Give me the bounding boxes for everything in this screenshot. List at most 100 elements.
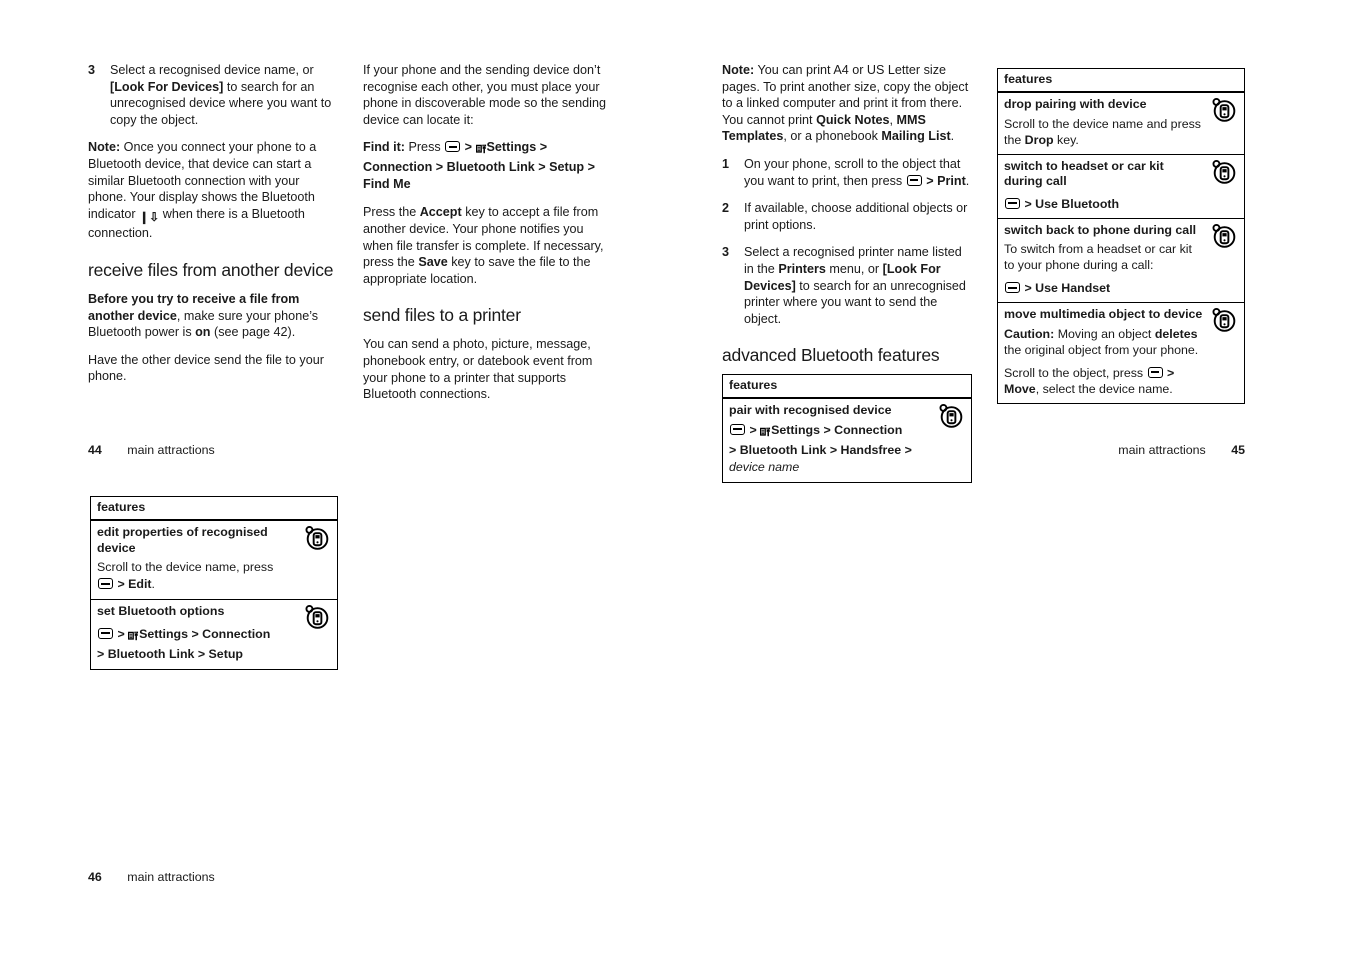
settings-tools-icon xyxy=(127,629,139,646)
feature-row: drop pairing with device Scroll to the d… xyxy=(998,93,1244,155)
menu-key-icon xyxy=(98,627,113,639)
path-sep-4: > xyxy=(534,160,550,175)
features-table-header: features xyxy=(723,375,971,400)
print-note-t2: , xyxy=(889,112,897,127)
print-note-label: Note: xyxy=(722,63,755,77)
page-footer-45: main attractions 45 xyxy=(995,443,1245,457)
phone-feature-icon xyxy=(1212,307,1238,339)
step-item: 3 Select a recognised printer name liste… xyxy=(722,244,972,327)
settings-tools-icon xyxy=(475,142,487,159)
print-step3-t2: menu, or xyxy=(825,261,883,276)
deletes-bold: deletes xyxy=(1154,326,1198,341)
section-heading-receive-files: receive files from another device xyxy=(88,259,334,280)
phone-feature-icon xyxy=(305,525,331,557)
accept-bold: Accept xyxy=(419,205,462,220)
feature-caution: Caution: Moving an object deletes the or… xyxy=(1004,326,1204,358)
feature-row: set Bluetooth options > Settings > Conne… xyxy=(91,600,337,669)
feature-instruction: Scroll to the object, press > Move, sele… xyxy=(1004,365,1204,397)
path-device-name: device name xyxy=(729,459,800,474)
drop-t2: key. xyxy=(1053,132,1079,147)
feature-title: pair with recognised device xyxy=(729,403,892,418)
edit-t1: Scroll to the device name, press xyxy=(97,560,274,574)
use-bluetooth-action: Use Bluetooth xyxy=(1035,196,1120,211)
page-footer-44: 44 main attractions xyxy=(88,443,338,457)
edit-bold: Edit xyxy=(128,577,152,591)
accept-key-paragraph: Press the Accept key to accept a file fr… xyxy=(363,204,613,287)
feature-description: Scroll to the device name, press > Edit. xyxy=(97,559,297,593)
feature-title: switch back to phone during call xyxy=(1004,222,1197,237)
page-label: main attractions xyxy=(1118,443,1206,457)
menu-key-icon xyxy=(98,578,113,589)
settings-tools-icon xyxy=(759,425,771,442)
print-note-t4: . xyxy=(950,129,955,144)
have-other-device-paragraph: Have the other device send the file to y… xyxy=(88,352,324,384)
drop-bold: Drop xyxy=(1024,132,1054,147)
quick-notes-bold: Quick Notes xyxy=(816,112,890,127)
discoverable-mode-paragraph: If your phone and the sending device don… xyxy=(363,63,606,127)
step-item: 2 If available, choose additional object… xyxy=(722,200,972,233)
features-table-header: features xyxy=(998,69,1244,93)
feature-title: move multimedia object to device xyxy=(1004,307,1203,321)
path-setup: Setup xyxy=(549,160,585,175)
step-number: 3 xyxy=(88,63,96,77)
path-settings: Settings xyxy=(139,626,189,641)
features-table-header: features xyxy=(91,497,337,521)
find-it-path: Find it: Press > Settings > Connection >… xyxy=(363,139,613,193)
feature-path: > Use Handset xyxy=(1004,280,1204,296)
feature-row: switch back to phone during call To swit… xyxy=(998,219,1244,303)
path-settings: Settings xyxy=(771,422,821,437)
feature-path: > Use Bluetooth xyxy=(1004,196,1204,212)
page-number: 45 xyxy=(1231,443,1245,457)
path-sep-3: > xyxy=(432,160,447,175)
step-number: 1 xyxy=(722,156,730,171)
menu-key-icon xyxy=(906,174,922,186)
feature-title: switch to headset or car kit during call xyxy=(1004,158,1164,189)
caution-t1: Moving an object xyxy=(1054,326,1155,341)
page-footer-46: 46 main attractions xyxy=(88,870,338,884)
section-heading-advanced-bluetooth: advanced Bluetooth features xyxy=(722,345,940,366)
step-text: Select a recognised printer name listed … xyxy=(744,244,972,327)
path-handsfree: Handsfree xyxy=(840,442,902,457)
phone-feature-icon xyxy=(939,403,965,435)
page-number: 46 xyxy=(88,870,102,884)
path-sep: > xyxy=(1021,196,1036,211)
print-note-t3: , or a phonebook xyxy=(783,129,882,144)
feature-path: > Settings > Connection > Bluetooth Link… xyxy=(729,422,931,476)
on-bold: on xyxy=(195,325,211,340)
caution-t2: the original object from your phone. xyxy=(1004,342,1199,357)
print-bold: Print xyxy=(937,173,966,188)
section-heading-send-files: send files to a printer xyxy=(363,305,521,326)
feature-title: set Bluetooth options xyxy=(97,604,225,618)
page-46-column-1: features edit properties of recognised d… xyxy=(90,496,338,670)
feature-row: edit properties of recognised device Scr… xyxy=(91,521,337,600)
move-sep: > xyxy=(1163,365,1175,380)
path-sep-5: > xyxy=(901,442,912,457)
page-label: main attractions xyxy=(127,870,215,884)
note-paragraph: Note: Once you connect your phone to a B… xyxy=(88,139,338,242)
path-sep-3: > xyxy=(97,646,108,661)
phone-feature-icon xyxy=(1212,159,1238,191)
before-you-try-end: (see page 42). xyxy=(210,325,296,340)
page-44-column-2: If your phone and the sending device don… xyxy=(363,62,613,414)
path-connection: Connection xyxy=(363,160,433,175)
path-sep-1: > xyxy=(746,422,761,437)
note-label: Note: xyxy=(88,140,121,155)
path-find-me: Find Me xyxy=(363,177,411,192)
path-connection: Connection xyxy=(834,422,903,437)
path-bluetooth-link: Bluetooth Link xyxy=(107,646,195,661)
step-text-part1: Select a recognised device name, or xyxy=(110,63,314,77)
accept-t1: Press the xyxy=(363,205,420,220)
find-it-press: Press xyxy=(404,140,445,155)
feature-path: > Settings > Connection > Bluetooth Link… xyxy=(97,626,297,663)
features-table-bluetooth-ops: features drop pairing with device Scroll… xyxy=(997,68,1245,404)
move-bold: Move xyxy=(1004,381,1036,396)
path-sep-1: > xyxy=(114,626,129,641)
page-45-column-4: features drop pairing with device Scroll… xyxy=(997,68,1245,404)
path-sep-1: > xyxy=(461,140,476,155)
phone-feature-icon xyxy=(1212,97,1238,129)
path-connection: Connection xyxy=(202,626,271,641)
save-bold: Save xyxy=(418,255,448,270)
caution-label: Caution: xyxy=(1004,326,1055,341)
print-note-paragraph: Note: You can print A4 or US Letter size… xyxy=(722,62,972,145)
feature-description: To switch from a headset or car kit to y… xyxy=(1004,242,1192,272)
